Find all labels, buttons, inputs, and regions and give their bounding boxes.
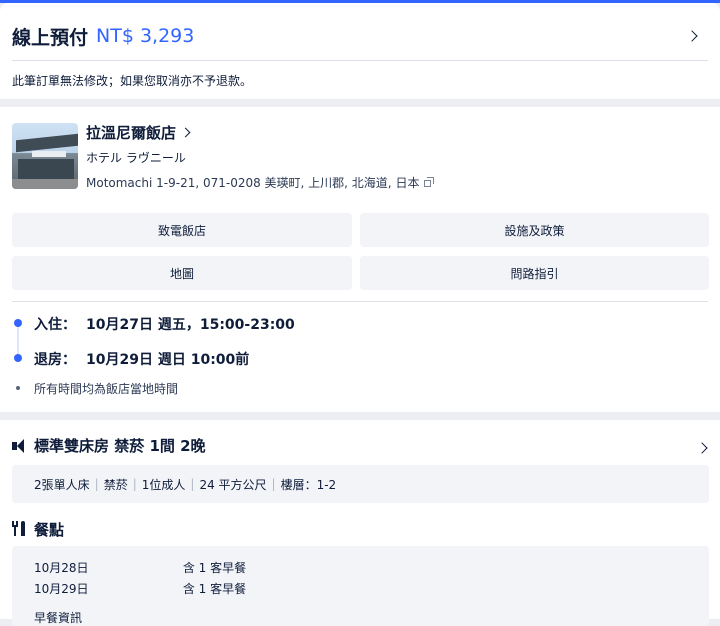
- hotel-address: Motomachi 1-9-21, 071-0208 美瑛町, 上川郡, 北海道…: [86, 176, 420, 190]
- call-hotel-button[interactable]: 致電飯店: [12, 213, 352, 247]
- room-detail-floor: 樓層：1-2: [280, 477, 337, 492]
- hotel-name-link[interactable]: 拉溫尼爾飯店: [86, 122, 191, 143]
- breakfast-info-link[interactable]: 早餐資訊: [34, 609, 82, 626]
- check-out-dot: [14, 354, 22, 362]
- facilities-policy-button[interactable]: 設施及政策: [360, 213, 709, 247]
- separator: |: [271, 477, 276, 491]
- meal-date: 10月28日: [34, 561, 89, 575]
- meal-date: 10月29日: [34, 582, 89, 596]
- hotel-name: 拉溫尼爾飯店: [86, 124, 177, 142]
- check-in-row: 入住： 10月27日 週五，15:00-23:00: [34, 314, 295, 334]
- directions-button[interactable]: 問路指引: [360, 256, 709, 290]
- hotel-photo-ground: [12, 179, 78, 189]
- cancellation-policy: 此筆訂單無法修改；如果您取消亦不予退款。: [12, 74, 253, 88]
- room-card: 標準雙床房 禁菸 1間 2晚 2張單人床 | 禁菸 | 1位成人 | 24 平方…: [0, 420, 720, 626]
- chevron-right-icon[interactable]: [686, 30, 698, 42]
- chevron-right-icon[interactable]: [696, 442, 708, 454]
- room-title[interactable]: 標準雙床房 禁菸 1間 2晚: [34, 435, 206, 456]
- separator: |: [94, 477, 99, 491]
- hotel-address-row: Motomachi 1-9-21, 071-0208 美瑛町, 上川郡, 北海道…: [86, 174, 435, 191]
- timeline-line: [17, 326, 19, 356]
- meal-desc: 含 1 客早餐: [182, 582, 247, 596]
- room-detail-guests: 1位成人: [141, 477, 186, 492]
- divider: [12, 301, 708, 302]
- hotel-photo[interactable]: [12, 123, 78, 189]
- timezone-note: 所有時間均為飯店當地時間: [34, 382, 179, 396]
- chevron-right-icon: [180, 127, 191, 138]
- hotel-photo-entrance: [18, 159, 74, 179]
- check-in-value: 10月27日 週五，15:00-23:00: [86, 317, 295, 333]
- meal-row: 10月29日 含 1 客早餐: [34, 580, 246, 597]
- hotel-alt-name: ホテル ラヴニール: [86, 151, 186, 165]
- meals-panel: 10月28日 含 1 客早餐 10月29日 含 1 客早餐 早餐資訊: [12, 546, 709, 626]
- check-out-label: 退房：: [34, 352, 76, 368]
- hotel-photo-roof: [16, 133, 78, 153]
- meal-icon: [12, 521, 26, 536]
- check-in-label: 入住：: [34, 317, 76, 333]
- separator: |: [132, 477, 137, 491]
- bed-icon: [12, 439, 26, 453]
- meal-desc: 含 1 客早餐: [182, 561, 247, 575]
- bullet: [16, 386, 20, 390]
- room-detail-size: 24 平方公尺: [199, 477, 267, 492]
- meal-row: 10月28日 含 1 客早餐: [34, 559, 246, 576]
- hotel-card: 拉溫尼爾飯店 ホテル ラヴニール Motomachi 1-9-21, 071-0…: [0, 107, 720, 412]
- payment-amount: NT$ 3,293: [96, 25, 195, 47]
- copy-icon[interactable]: [424, 176, 435, 188]
- room-detail-smoking: 禁菸: [103, 477, 128, 492]
- room-detail-beds: 2張單人床: [34, 477, 90, 492]
- hotel-photo-sign: [32, 151, 66, 157]
- check-out-value: 10月29日 週日 10:00前: [86, 352, 250, 368]
- payment-card: 線上預付 NT$ 3,293 此筆訂單無法修改；如果您取消亦不予退款。: [0, 3, 720, 99]
- separator: |: [190, 477, 195, 491]
- map-button[interactable]: 地圖: [12, 256, 352, 290]
- meals-title: 餐點: [34, 521, 65, 539]
- check-in-dot: [14, 319, 22, 327]
- payment-label: 線上預付: [12, 26, 89, 49]
- divider: [12, 60, 708, 61]
- check-out-row: 退房： 10月29日 週日 10:00前: [34, 349, 249, 369]
- payment-summary-row[interactable]: 線上預付 NT$ 3,293: [12, 21, 710, 51]
- room-details: 2張單人床 | 禁菸 | 1位成人 | 24 平方公尺 | 樓層：1-2: [12, 465, 709, 503]
